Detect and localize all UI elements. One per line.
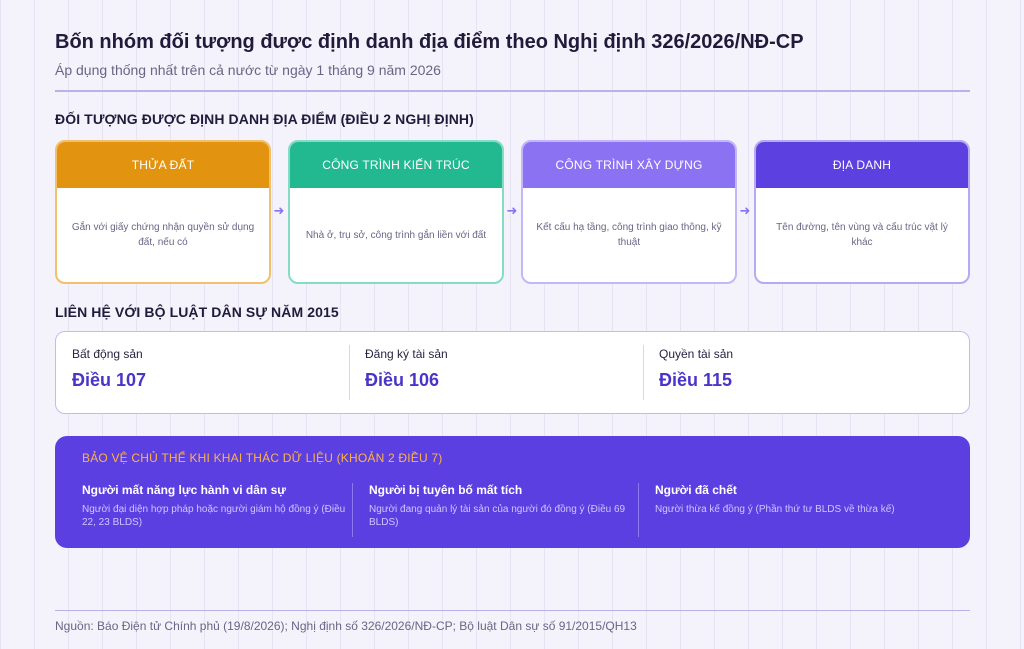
object-card-desc: Tên đường, tên vùng và cấu trúc vật lý k… xyxy=(776,222,948,248)
protection-item-missing: Người bị tuyên bố mất tích Người đang qu… xyxy=(369,483,639,529)
arrow-right-icon: ➜ xyxy=(506,203,518,218)
civil-code-label: Quyền tài sản xyxy=(659,347,734,361)
object-card-desc: Gắn với giấy chứng nhận quyền sử dụng đấ… xyxy=(71,222,255,248)
page-subtitle: Áp dụng thống nhất trên cả nước từ ngày … xyxy=(55,62,441,78)
civil-code-item-real-estate: Bất động sản Điều 107 xyxy=(72,347,146,391)
object-card-place-name: ĐỊA DANH Tên đường, tên vùng và cấu trúc… xyxy=(754,140,970,284)
protection-heading: BẢO VỆ CHỦ THỂ KHI KHAI THÁC DỮ LIỆU (KH… xyxy=(82,451,443,465)
object-card-title: THỬA ĐẤT xyxy=(57,142,269,188)
civil-code-article: Điều 107 xyxy=(72,370,147,390)
object-card-desc: Kết cấu hạ tầng, công trình giao thông, … xyxy=(536,222,722,248)
civil-code-heading: LIÊN HỆ VỚI BỘ LUẬT DÂN SỰ NĂM 2015 xyxy=(55,304,339,320)
civil-code-article: Điều 106 xyxy=(365,370,440,390)
civil-code-article: Điều 115 xyxy=(659,370,733,390)
object-card-title: CÔNG TRÌNH KIẾN TRÚC xyxy=(290,142,502,188)
footer-divider xyxy=(55,610,970,611)
source-note: Nguồn: Báo Điện tử Chính phủ (19/8/2026)… xyxy=(55,619,637,633)
divider xyxy=(638,483,639,537)
header-divider xyxy=(55,90,970,92)
arrow-right-icon: ➜ xyxy=(273,203,285,218)
object-card-construction: CÔNG TRÌNH XÂY DỰNG Kết cấu hạ tầng, côn… xyxy=(521,140,737,284)
protection-item-incapacitated: Người mất năng lực hành vi dân sự Người … xyxy=(82,483,352,529)
protection-item-title: Người bị tuyên bố mất tích xyxy=(369,483,523,497)
object-card-architecture: CÔNG TRÌNH KIẾN TRÚC Nhà ở, trụ sở, công… xyxy=(288,140,504,284)
civil-code-label: Đăng ký tài sản xyxy=(365,347,448,361)
protection-item-title: Người đã chết xyxy=(655,483,737,497)
divider xyxy=(349,345,350,400)
civil-code-panel: Bất động sản Điều 107 Đăng ký tài sản Đi… xyxy=(55,331,970,414)
protection-panel: BẢO VỆ CHỦ THỂ KHI KHAI THÁC DỮ LIỆU (KH… xyxy=(55,436,970,548)
protection-item-desc: Người đại diện hợp pháp hoặc người giám … xyxy=(82,504,346,528)
objects-heading: ĐỐI TƯỢNG ĐƯỢC ĐỊNH DANH ĐỊA ĐIỂM (ĐIỀU … xyxy=(55,111,474,127)
divider xyxy=(643,345,644,400)
object-card-desc: Nhà ở, trụ sở, công trình gắn liền với đ… xyxy=(305,229,487,241)
object-card-title: ĐỊA DANH xyxy=(756,142,968,188)
arrow-right-icon: ➜ xyxy=(739,203,751,218)
protection-item-desc: Người thừa kế đồng ý (Phần thứ tư BLDS v… xyxy=(655,504,895,515)
object-card-title: CÔNG TRÌNH XÂY DỰNG xyxy=(523,142,735,188)
civil-code-item-property-rights: Quyền tài sản Điều 115 xyxy=(659,347,733,391)
protection-item-desc: Người đang quản lý tài sản của người đó … xyxy=(369,504,626,528)
civil-code-item-registration: Đăng ký tài sản Điều 106 xyxy=(365,347,448,391)
divider xyxy=(352,483,353,537)
civil-code-label: Bất động sản xyxy=(72,347,143,361)
page-title: Bốn nhóm đối tượng được định danh địa đi… xyxy=(55,31,804,53)
protection-item-deceased: Người đã chết Người thừa kế đồng ý (Phần… xyxy=(655,483,925,516)
protection-item-title: Người mất năng lực hành vi dân sự xyxy=(82,483,286,497)
object-card-land-parcel: THỬA ĐẤT Gắn với giấy chứng nhận quyền s… xyxy=(55,140,271,284)
